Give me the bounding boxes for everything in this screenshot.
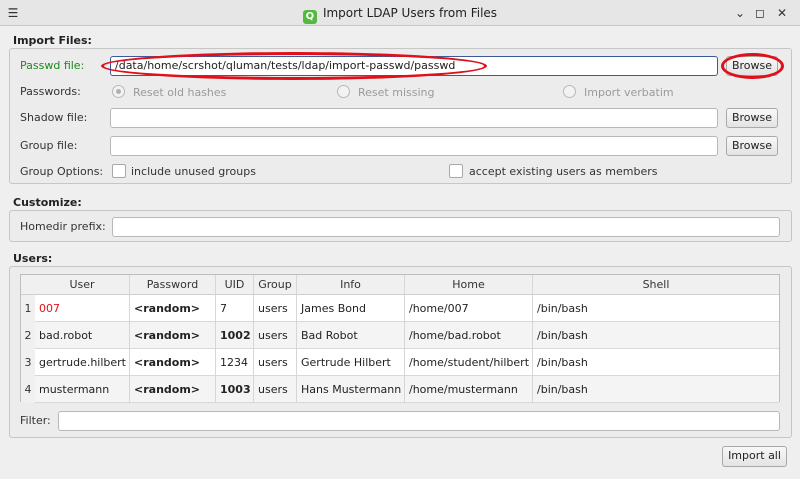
minimize-icon[interactable]: ⌄ <box>731 4 749 22</box>
cell-group[interactable]: users <box>254 295 297 322</box>
table-row[interactable]: bad.robot <random> 1002 users Bad Robot … <box>35 322 779 349</box>
cell-user[interactable]: 007 <box>35 295 130 322</box>
app-icon: Q <box>302 10 317 24</box>
radio-label-reset-missing: Reset missing <box>358 86 435 99</box>
shadow-browse-button[interactable]: Browse <box>726 108 778 128</box>
cell-password[interactable]: <random> <box>130 295 216 322</box>
cell-uid[interactable]: 1234 <box>216 349 254 376</box>
passwd-browse-button[interactable]: Browse <box>726 56 778 76</box>
radio-label-reset-old-hashes: Reset old hashes <box>133 86 227 99</box>
group-options-label: Group Options: <box>20 165 104 178</box>
close-icon[interactable]: ✕ <box>773 4 791 22</box>
cell-shell[interactable]: /bin/bash <box>533 349 779 376</box>
cell-home[interactable]: /home/student/hilbert <box>405 349 533 376</box>
cell-group[interactable]: users <box>254 322 297 349</box>
group-file-input[interactable] <box>110 136 718 156</box>
table-header: User Password UID Group Info Home Shell <box>21 275 779 295</box>
title-bar: ☰ Q Import LDAP Users from Files ⌄ ◻ ✕ <box>0 0 800 26</box>
cell-home[interactable]: /home/007 <box>405 295 533 322</box>
cell-shell[interactable]: /bin/bash <box>533 376 779 403</box>
radio-reset-missing[interactable] <box>337 85 350 98</box>
customize-title: Customize: <box>13 196 82 209</box>
passwords-label: Passwords: <box>20 85 81 98</box>
col-header-uid[interactable]: UID <box>216 275 254 295</box>
col-header-info[interactable]: Info <box>297 275 405 295</box>
homedir-prefix-input[interactable] <box>112 217 780 237</box>
cell-password[interactable]: <random> <box>130 322 216 349</box>
filter-label: Filter: <box>20 414 51 427</box>
radio-label-import-verbatim: Import verbatim <box>584 86 674 99</box>
cell-home[interactable]: /home/bad.robot <box>405 322 533 349</box>
cell-info[interactable]: Bad Robot <box>297 322 405 349</box>
cell-user[interactable]: mustermann <box>35 376 130 403</box>
col-header-password[interactable]: Password <box>130 275 216 295</box>
accept-existing-users-checkbox[interactable] <box>449 164 463 178</box>
cell-password[interactable]: <random> <box>130 376 216 403</box>
cell-password[interactable]: <random> <box>130 349 216 376</box>
include-unused-groups-label: include unused groups <box>131 165 256 178</box>
include-unused-groups-checkbox[interactable] <box>112 164 126 178</box>
cell-uid[interactable]: 1002 <box>216 322 254 349</box>
radio-import-verbatim[interactable] <box>563 85 576 98</box>
shadow-file-label: Shadow file: <box>20 111 88 124</box>
col-header-user[interactable]: User <box>35 275 130 295</box>
users-table: User Password UID Group Info Home Shell … <box>20 274 780 403</box>
cell-info[interactable]: Gertrude Hilbert <box>297 349 405 376</box>
window-title-text: Import LDAP Users from Files <box>322 6 498 20</box>
cell-group[interactable]: users <box>254 376 297 403</box>
cell-shell[interactable]: /bin/bash <box>533 295 779 322</box>
import-files-title: Import Files: <box>13 34 92 47</box>
row-number[interactable]: 4 <box>21 376 35 403</box>
filter-input[interactable] <box>58 411 780 431</box>
import-all-button[interactable]: Import all <box>722 446 787 467</box>
row-number[interactable]: 3 <box>21 349 35 376</box>
cell-uid[interactable]: 7 <box>216 295 254 322</box>
shadow-file-input[interactable] <box>110 108 718 128</box>
table-row[interactable]: 007 <random> 7 users James Bond /home/00… <box>35 295 779 322</box>
cell-shell[interactable]: /bin/bash <box>533 322 779 349</box>
col-header-group[interactable]: Group <box>254 275 297 295</box>
cell-user[interactable]: gertrude.hilbert <box>35 349 130 376</box>
group-file-label: Group file: <box>20 139 78 152</box>
col-header-home[interactable]: Home <box>405 275 533 295</box>
cell-user[interactable]: bad.robot <box>35 322 130 349</box>
passwd-file-input[interactable]: /data/home/scrshot/qluman/tests/ldap/imp… <box>110 56 718 76</box>
row-number[interactable]: 1 <box>21 295 35 322</box>
radio-reset-old-hashes[interactable] <box>112 85 125 98</box>
group-browse-button[interactable]: Browse <box>726 136 778 156</box>
cell-uid[interactable]: 1003 <box>216 376 254 403</box>
users-title: Users: <box>13 252 53 265</box>
passwd-file-label: Passwd file: <box>20 59 85 72</box>
maximize-icon[interactable]: ◻ <box>751 4 769 22</box>
accept-existing-users-label: accept existing users as members <box>469 165 658 178</box>
cell-info[interactable]: Hans Mustermann <box>297 376 405 403</box>
table-row[interactable]: gertrude.hilbert <random> 1234 users Ger… <box>35 349 779 376</box>
window-title: Q Import LDAP Users from Files <box>0 0 800 26</box>
cell-home[interactable]: /home/mustermann <box>405 376 533 403</box>
cell-info[interactable]: James Bond <box>297 295 405 322</box>
cell-group[interactable]: users <box>254 349 297 376</box>
row-number[interactable]: 2 <box>21 322 35 349</box>
table-row[interactable]: mustermann <random> 1003 users Hans Must… <box>35 376 779 403</box>
col-header-shell[interactable]: Shell <box>533 275 779 295</box>
homedir-prefix-label: Homedir prefix: <box>20 220 106 233</box>
